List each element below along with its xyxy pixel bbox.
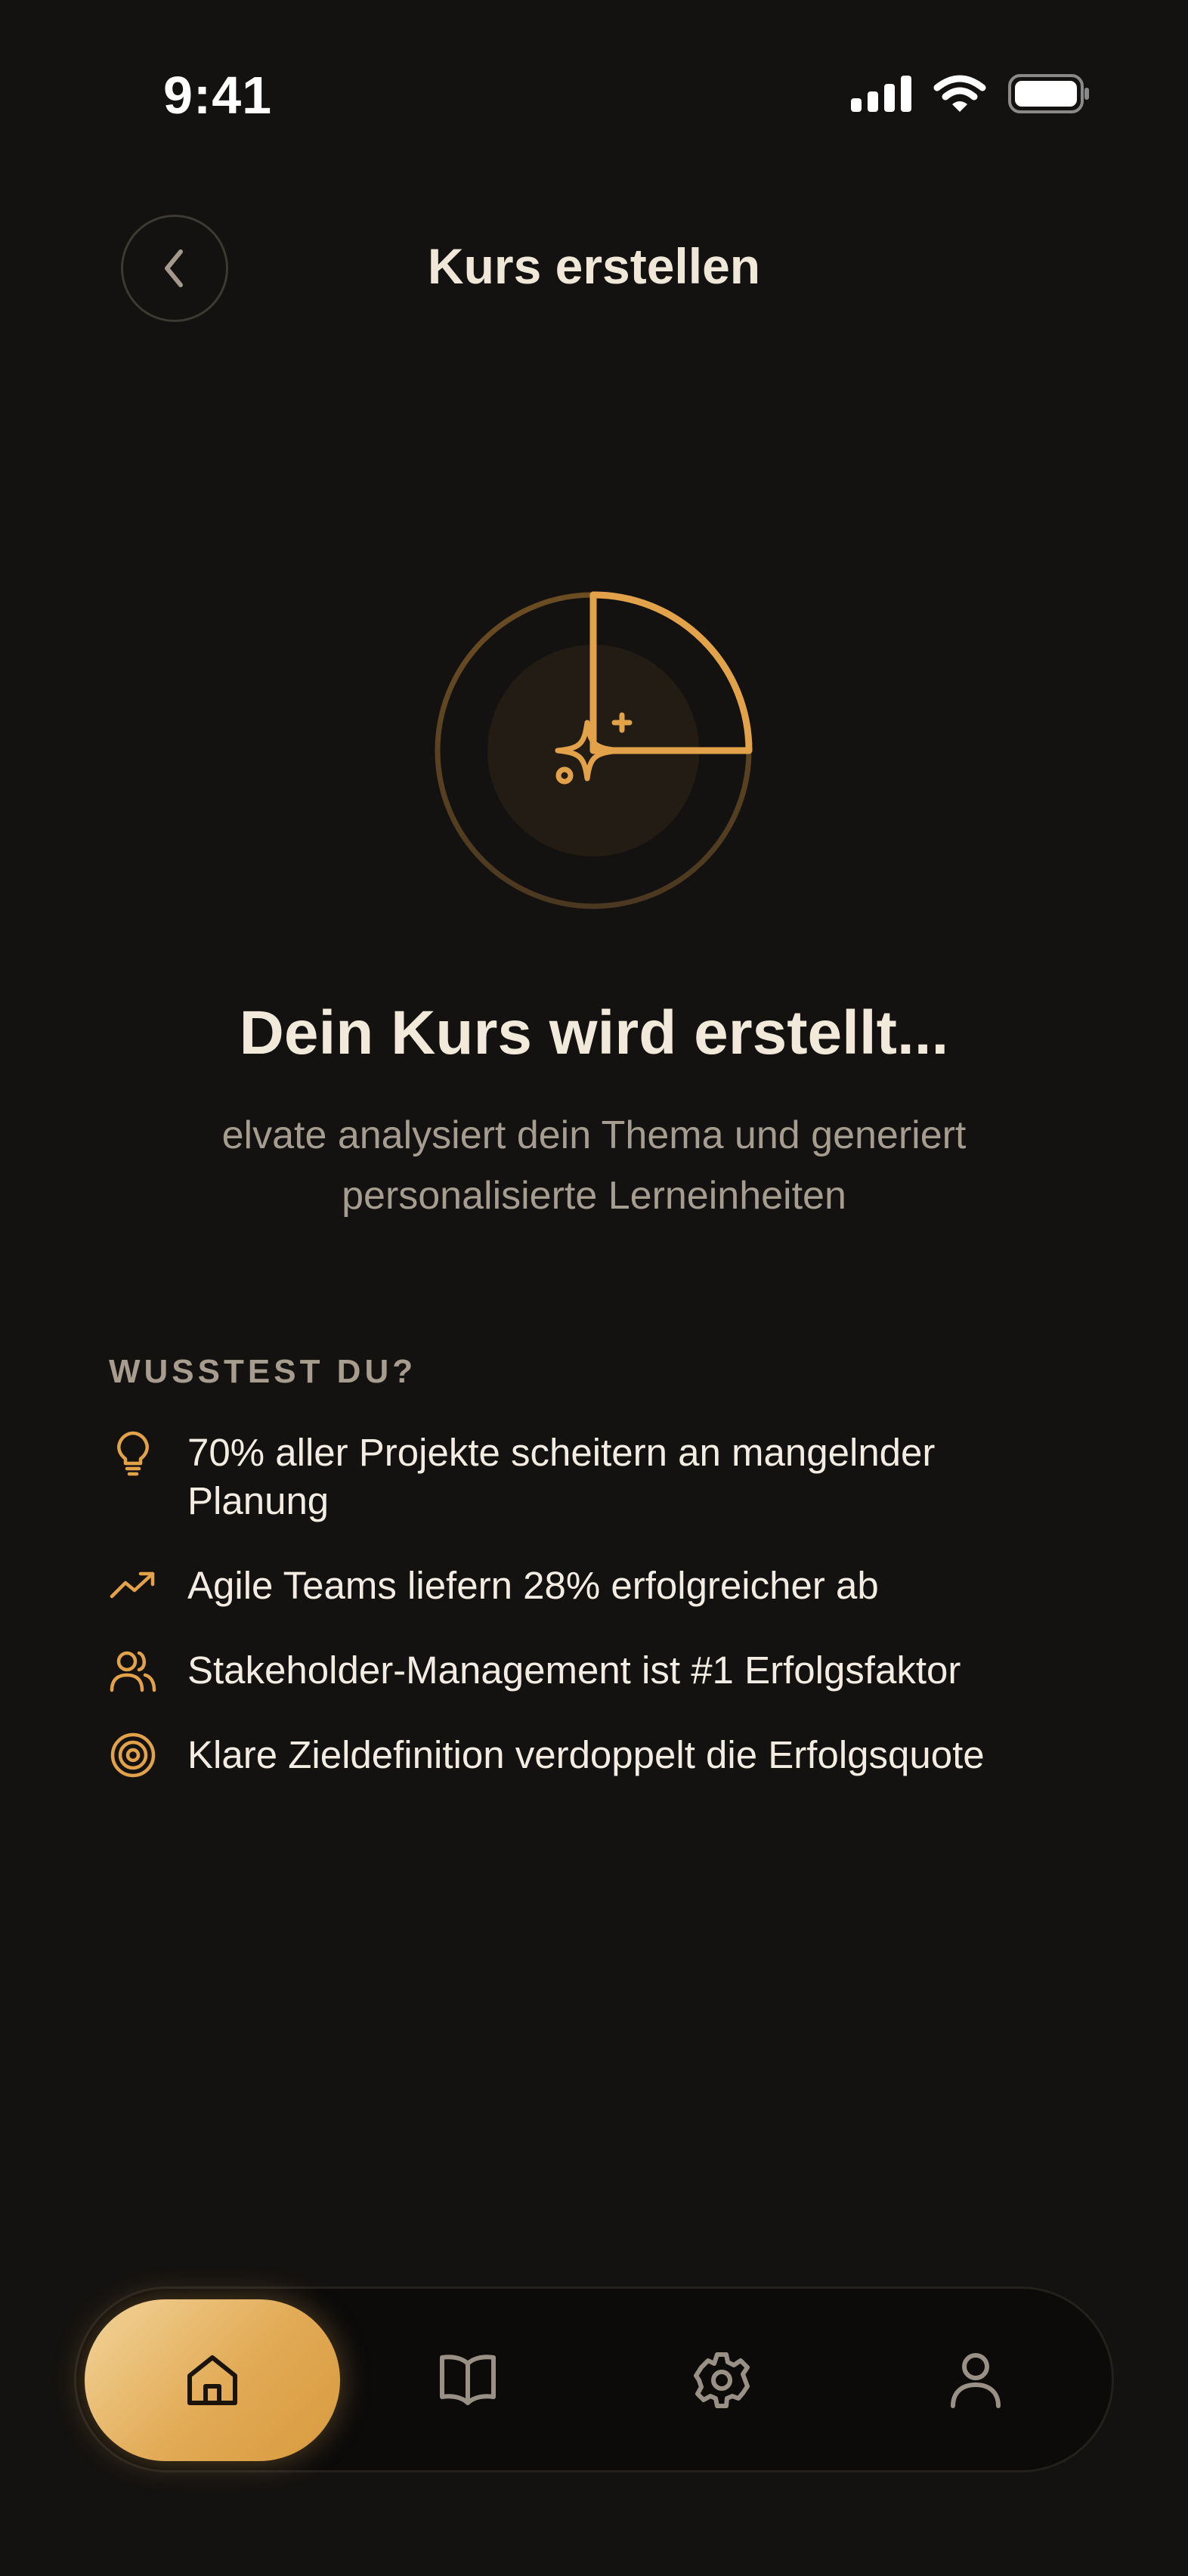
nav-profile[interactable] xyxy=(895,2299,1057,2461)
fact-text: Klare Zieldefinition verdoppelt die Erfo… xyxy=(187,1733,985,1776)
status-icons xyxy=(851,74,1090,113)
target-icon xyxy=(110,1732,156,1778)
fact-text: Agile Teams liefern 28% erfolgreicher ab xyxy=(187,1564,879,1607)
user-icon xyxy=(951,2353,1001,2408)
signal-icon xyxy=(851,76,911,112)
facts-title: WUSSTEST DU? xyxy=(109,1353,417,1390)
wifi-icon xyxy=(933,75,986,112)
page-title: Kurs erstellen xyxy=(427,238,761,294)
users-icon xyxy=(110,1651,156,1692)
nav-library[interactable] xyxy=(387,2299,549,2461)
fact-text-line: 70% aller Projekte scheitern an mangelnd… xyxy=(187,1431,936,1474)
loading-subline: elvate analysiert dein Thema und generie… xyxy=(136,1105,1052,1226)
gear-icon xyxy=(694,2352,750,2408)
trending-up-icon xyxy=(110,1571,155,1599)
loading-subline-line-1: elvate analysiert dein Thema und generie… xyxy=(221,1113,967,1157)
loading-subline-line-2: personalisierte Lerneinheiten xyxy=(342,1174,846,1218)
loading-headline: Dein Kurs wird erstellt... xyxy=(239,999,949,1067)
fact-item: Klare Zieldefinition verdoppelt die Erfo… xyxy=(109,1731,1106,1779)
status-time: 9:41 xyxy=(163,66,273,125)
lightbulb-icon xyxy=(117,1431,149,1476)
fact-text-line: Planung xyxy=(187,1479,329,1522)
progress-loader xyxy=(435,591,753,909)
fact-item: 70% aller Projekte scheitern an mangelnd… xyxy=(109,1429,1106,1525)
fact-item: Agile Teams liefern 28% erfolgreicher ab xyxy=(109,1562,1106,1610)
home-icon xyxy=(187,2355,237,2405)
nav-settings[interactable] xyxy=(641,2299,803,2461)
fact-text: Stakeholder-Management ist #1 Erfolgsfak… xyxy=(187,1649,961,1692)
book-icon xyxy=(440,2355,496,2405)
fact-item: Stakeholder-Management ist #1 Erfolgsfak… xyxy=(109,1646,1106,1695)
fact-text: 70% aller Projekte scheitern an mangelnd… xyxy=(187,1429,935,1525)
nav-home[interactable] xyxy=(85,2299,340,2461)
battery-icon xyxy=(1008,74,1089,113)
